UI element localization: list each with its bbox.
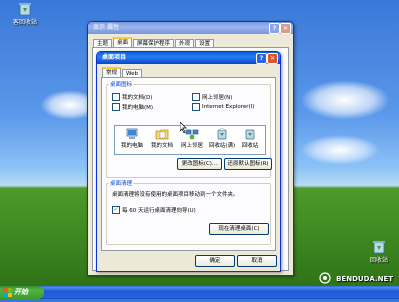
cleanup-description: 桌面清理将没有使用的桌面项目移动到一个文件夹。: [112, 192, 239, 198]
help-button[interactable]: ?: [256, 53, 267, 64]
change-icon-button[interactable]: 更改图标(C)...: [177, 158, 222, 170]
checkbox-label: 每 60 天运行桌面清理向导(U): [122, 208, 196, 214]
list-item-label: 回收站: [241, 143, 259, 149]
checkbox-label: Internet Explorer(I): [202, 104, 255, 110]
checkbox-box[interactable]: [192, 103, 200, 111]
window-title: 显示 属性: [93, 24, 120, 31]
list-item-label: 回收站(满): [208, 143, 236, 149]
desktop-icons-group-label: 桌面图标: [109, 80, 134, 88]
list-item-label: 网上邻居: [180, 143, 203, 149]
list-item-recycle-full[interactable]: 回收站(满): [207, 127, 237, 149]
dialog-title: 桌面项目: [102, 54, 127, 61]
network-icon: [185, 128, 199, 140]
desktop-icon-label: 回收站: [369, 257, 388, 264]
desktop-icon-label: 客回收站: [12, 19, 37, 26]
recycle-bin-icon: [371, 240, 387, 254]
my-computer-icon: [125, 128, 139, 140]
desktop-icon-recycle-bin[interactable]: 回收站: [356, 240, 399, 264]
ok-button[interactable]: 确定: [195, 255, 235, 267]
recycle-bin-full-icon: [215, 127, 229, 140]
watermark-text: BENDUDA.NET: [336, 275, 393, 283]
taskbar: 开始: [0, 286, 399, 299]
cloud: [300, 135, 380, 165]
desktop-cleanup-group-label: 桌面清理: [109, 179, 134, 187]
my-documents-icon: [155, 128, 169, 140]
checkbox-box-checked[interactable]: ✓: [112, 206, 120, 214]
display-properties-titlebar: 显示 属性 ? ✕: [88, 22, 293, 34]
checkbox-box[interactable]: [112, 93, 120, 101]
list-item-label: 我的文档: [150, 143, 173, 149]
close-button[interactable]: ✕: [267, 53, 278, 64]
restore-default-button[interactable]: 还原默认图标(R): [224, 158, 272, 170]
start-button[interactable]: 开始: [0, 286, 44, 299]
mouse-cursor: [179, 121, 187, 135]
start-label: 开始: [14, 288, 28, 296]
checkbox-label: 我的电脑(M): [122, 105, 154, 111]
watermark-logo: [319, 272, 331, 284]
dialog-titlebar: 桌面项目 ? ✕: [97, 52, 280, 64]
checkbox-network[interactable]: 网上邻居(N): [192, 93, 232, 101]
checkbox-label: 网上邻居(N): [202, 95, 233, 101]
cleanup-now-button[interactable]: 现在清理桌面(C): [209, 223, 269, 235]
checkbox-my-computer[interactable]: 我的电脑(M): [112, 103, 153, 111]
cancel-button[interactable]: 取消: [237, 255, 277, 267]
list-item-label: 我的电脑: [120, 143, 143, 149]
list-item-recycle[interactable]: 回收站: [235, 128, 265, 149]
checkbox-my-documents[interactable]: 我的文档(D): [112, 93, 153, 101]
list-item-my-documents[interactable]: 我的文档: [147, 128, 177, 149]
help-button[interactable]: ?: [269, 23, 280, 34]
desktop-icon-recycle[interactable]: 客回收站: [2, 2, 48, 26]
desktop-items-dialog: 桌面项目 ? ✕ 常规 Web 桌面图标 我的文档(D) 网上邻居(N) 我的电…: [96, 51, 281, 272]
checkbox-cleanup-wizard[interactable]: ✓ 每 60 天运行桌面清理向导(U): [112, 206, 196, 214]
checkbox-box[interactable]: [112, 103, 120, 111]
recycle-bin-icon: [243, 128, 257, 140]
windows-logo-icon: [3, 288, 12, 297]
list-item-my-computer[interactable]: 我的电脑: [117, 128, 147, 149]
desktop-icon-list[interactable]: 我的电脑 我的文档 网上邻居 回收站(满) 回收站: [114, 125, 266, 155]
cloud: [300, 80, 390, 120]
close-button[interactable]: ✕: [280, 23, 291, 34]
checkbox-internet-explorer[interactable]: Internet Explorer(I): [192, 103, 254, 111]
checkbox-label: 我的文档(D): [122, 95, 153, 101]
general-tab-panel: 桌面图标 我的文档(D) 网上邻居(N) 我的电脑(M) Internet Ex…: [101, 77, 276, 251]
checkbox-box[interactable]: [192, 93, 200, 101]
recycle-bin-icon: [17, 2, 33, 16]
